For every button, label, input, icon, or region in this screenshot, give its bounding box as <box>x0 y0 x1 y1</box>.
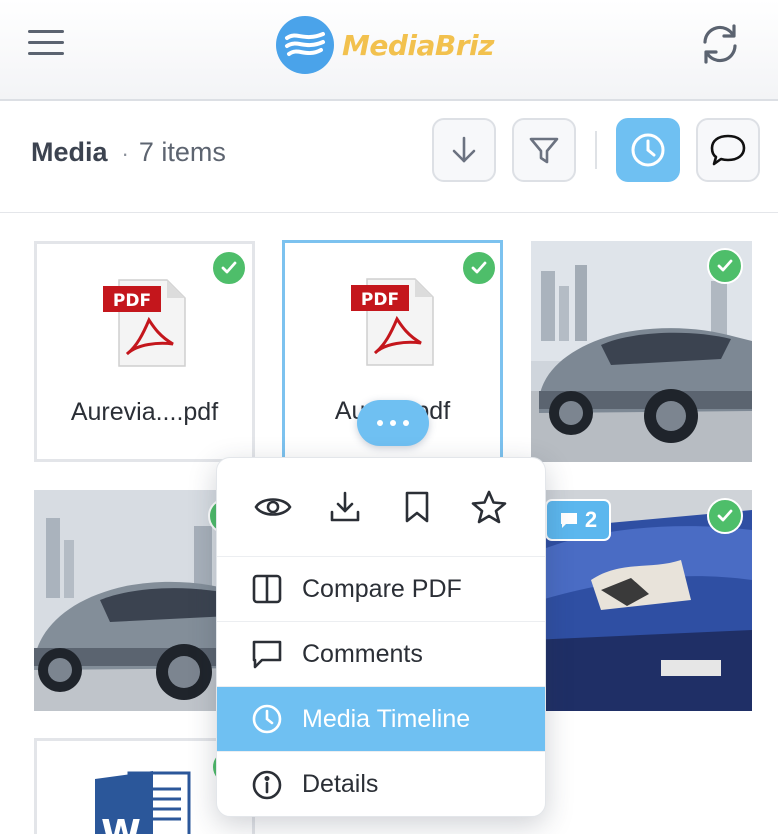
brand-name: MediaBriz <box>342 28 494 62</box>
comment-count-badge[interactable]: 2 <box>545 499 611 541</box>
comment-icon <box>250 637 284 671</box>
menu-item-media-timeline[interactable]: Media Timeline <box>217 687 545 752</box>
menu-item-label: Media Timeline <box>302 704 471 733</box>
menu-item-label: Comments <box>302 639 423 668</box>
app-header: MediaBriz <box>0 0 778 101</box>
pdf-file-icon: PDF <box>351 278 434 366</box>
star-icon[interactable] <box>467 485 511 529</box>
clock-icon <box>631 133 665 167</box>
menu-item-label: Compare PDF <box>302 574 462 603</box>
media-toolbar: Media · 7 items <box>0 101 778 213</box>
comments-button[interactable] <box>696 118 760 182</box>
menu-item-label: Details <box>302 770 379 798</box>
media-tile-pdf[interactable]: PDF Aurevia....pdf <box>34 241 255 462</box>
comment-icon <box>560 513 577 528</box>
download-button[interactable] <box>432 118 496 182</box>
media-tile-image[interactable] <box>531 241 752 462</box>
filter-button[interactable] <box>512 118 576 182</box>
speech-bubble-icon <box>710 134 746 166</box>
page-title: Media · 7 items <box>31 137 226 168</box>
check-icon <box>461 250 497 286</box>
toolbar-divider <box>595 131 597 169</box>
brand-logo[interactable]: MediaBriz <box>276 16 494 74</box>
check-icon <box>707 498 743 534</box>
arrow-down-icon <box>452 136 476 163</box>
pdf-file-icon: PDF <box>103 279 186 367</box>
comment-count: 2 <box>584 507 598 532</box>
timeline-button[interactable] <box>616 118 680 182</box>
svg-text:PDF: PDF <box>113 291 151 311</box>
media-context-menu: Compare PDF Comments Media Timeline Deta… <box>216 457 546 817</box>
menu-item-comments[interactable]: Comments <box>217 622 545 687</box>
menu-item-compare-pdf[interactable]: Compare PDF <box>217 557 545 622</box>
check-icon <box>707 248 743 284</box>
item-count: 7 items <box>138 137 226 167</box>
refresh-icon[interactable] <box>696 20 744 68</box>
svg-text:PDF: PDF <box>361 290 399 310</box>
split-view-icon <box>250 572 284 606</box>
title-separator: · <box>121 141 129 166</box>
bookmark-icon[interactable] <box>395 485 439 529</box>
menu-item-details[interactable]: Details <box>217 752 545 816</box>
filter-icon <box>529 137 559 164</box>
download-icon[interactable] <box>323 485 367 529</box>
file-name: Aurevia....pdf <box>70 398 219 426</box>
eye-icon[interactable] <box>251 485 295 529</box>
wave-logo-icon <box>276 16 334 74</box>
clock-icon <box>250 702 284 736</box>
word-file-icon: W <box>95 771 191 834</box>
hamburger-menu-icon[interactable] <box>28 30 64 58</box>
quick-actions <box>217 458 545 557</box>
svg-text:W: W <box>101 813 141 834</box>
page-title-text: Media <box>31 137 108 167</box>
info-icon <box>250 768 284 802</box>
check-icon <box>211 250 247 286</box>
more-options-button[interactable] <box>357 400 429 446</box>
